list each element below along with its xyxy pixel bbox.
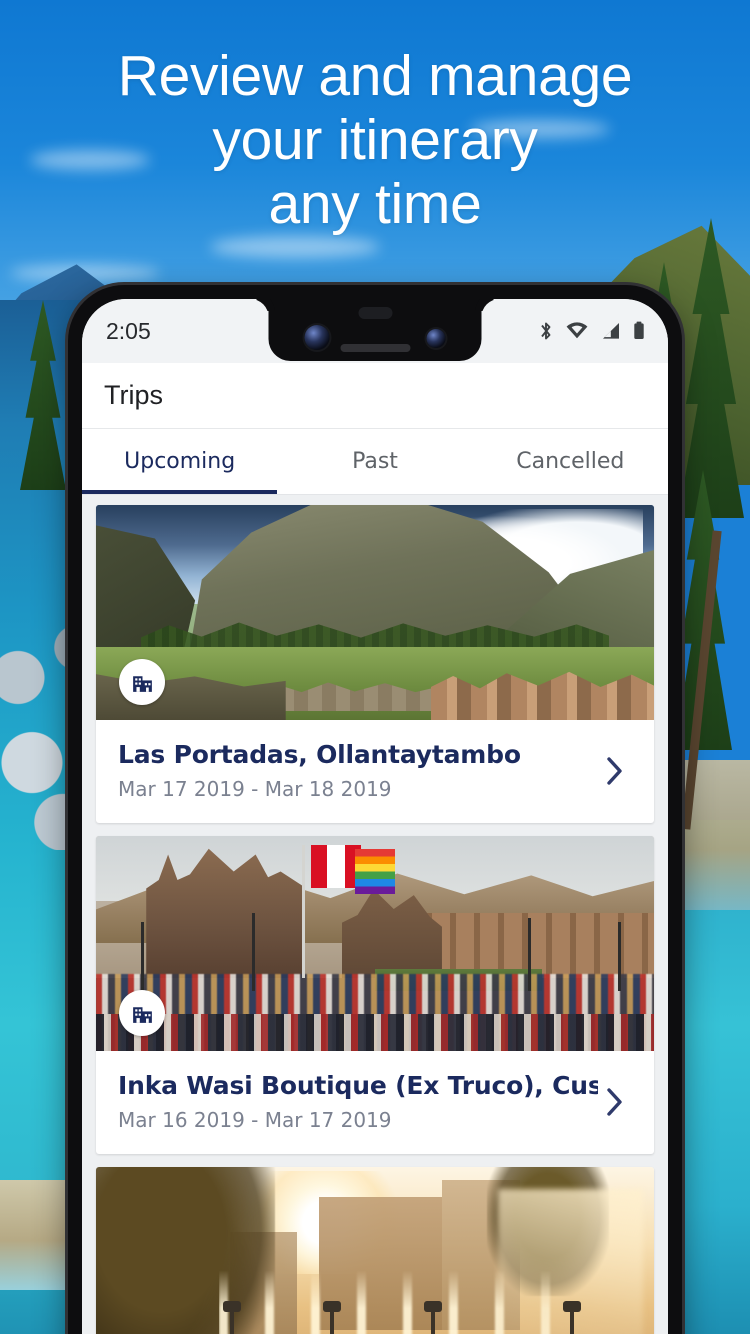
scene-streetlamp [222, 1300, 241, 1334]
trip-image-scene [96, 836, 654, 1051]
trip-card[interactable] [96, 1167, 654, 1334]
trip-image [96, 836, 654, 1051]
hotel-badge [119, 659, 165, 705]
hotel-building-icon [132, 1006, 152, 1023]
cusco-rainbow-flag [355, 848, 395, 895]
earpiece-speaker [340, 344, 410, 352]
bluetooth-icon [541, 322, 551, 340]
headline-line-1: Review and manage [117, 44, 633, 108]
status-bar: 2:05 [82, 299, 668, 363]
scene-streetlamp [617, 922, 621, 991]
trip-card[interactable]: Las Portadas, Ollantaytambo Mar 17 2019 … [96, 505, 654, 823]
trip-card[interactable]: Inka Wasi Boutique (Ex Truco), Cusco Mar… [96, 836, 654, 1154]
battery-icon [634, 321, 644, 339]
scene-streetlamp [323, 1300, 342, 1334]
trip-card-text: Inka Wasi Boutique (Ex Truco), Cusco Mar… [118, 1071, 598, 1132]
tab-upcoming[interactable]: Upcoming [82, 429, 278, 494]
trip-dates: Mar 17 2019 - Mar 18 2019 [118, 777, 392, 801]
tab-past[interactable]: Past [277, 429, 472, 494]
phone-mockup: 2:05 Trips Upcoming Past Cancelled Las P… [68, 285, 682, 1334]
scene-streetlamp [528, 917, 532, 991]
trip-card-body: Las Portadas, Ollantaytambo Mar 17 2019 … [96, 720, 654, 823]
trip-open-button[interactable] [598, 755, 632, 787]
tab-upcoming-label: Upcoming [124, 449, 236, 474]
page-title: Trips [104, 380, 163, 410]
trip-dates: Mar 16 2019 - Mar 17 2019 [118, 1108, 392, 1132]
trip-open-button[interactable] [598, 1086, 632, 1118]
scene-streetlamp [140, 922, 144, 996]
headline-line-2: your itinerary [212, 108, 538, 172]
app-bar: Trips [82, 363, 668, 429]
tab-cancelled-label: Cancelled [516, 449, 625, 474]
chevron-right-icon [607, 756, 622, 785]
scene-streetlamp [252, 913, 256, 991]
trip-image-scene [96, 505, 654, 720]
scene-streetlamp [423, 1300, 442, 1334]
hotel-building-icon [132, 675, 152, 692]
trip-image [96, 1167, 654, 1334]
tab-past-label: Past [352, 449, 398, 474]
trip-image [96, 505, 654, 720]
status-bar-clock: 2:05 [106, 317, 151, 344]
front-camera-icon [304, 325, 330, 350]
tab-bar: Upcoming Past Cancelled [82, 429, 668, 495]
trip-image-scene [96, 1167, 654, 1334]
promo-headline: Review and manage your itinerary any tim… [0, 44, 750, 236]
trip-card-body: Inka Wasi Boutique (Ex Truco), Cusco Mar… [96, 1051, 654, 1154]
status-bar-icons [538, 320, 646, 342]
trip-list[interactable]: Las Portadas, Ollantaytambo Mar 17 2019 … [82, 495, 668, 1334]
hotel-badge [119, 990, 165, 1036]
phone-notch [268, 299, 482, 361]
front-camera-secondary-icon [426, 329, 446, 348]
chevron-right-icon [607, 1087, 622, 1116]
peru-flag [310, 844, 362, 888]
headline-line-3: any time [268, 172, 482, 236]
scene-crowd-foreground [96, 1014, 654, 1051]
scene-flagpole [302, 844, 306, 978]
proximity-sensor [358, 307, 392, 319]
cloud-shape [210, 236, 380, 258]
trip-card-text: Las Portadas, Ollantaytambo Mar 17 2019 … [118, 740, 598, 801]
phone-screen: 2:05 Trips Upcoming Past Cancelled Las P… [82, 299, 668, 1334]
wifi-icon [566, 322, 588, 339]
tab-cancelled[interactable]: Cancelled [473, 429, 668, 494]
scene-streetlamp [563, 1300, 582, 1334]
trip-title: Las Portadas, Ollantaytambo [118, 740, 521, 769]
cell-signal-icon [603, 323, 619, 339]
trip-title: Inka Wasi Boutique (Ex Truco), Cusco [118, 1071, 598, 1100]
